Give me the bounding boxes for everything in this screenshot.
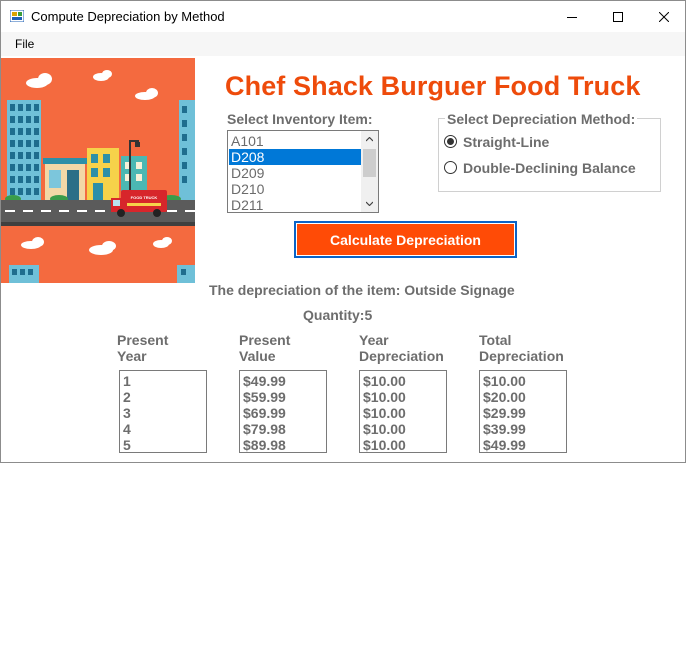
list-item-d208[interactable]: D208 [229, 149, 362, 165]
menu-bar: File [1, 32, 685, 56]
food-truck-banner-image: FOOD TRUCK [1, 58, 195, 283]
inventory-label: Select Inventory Item: [227, 111, 373, 127]
chevron-up-icon [366, 137, 373, 142]
year-depreciation-listbox[interactable]: $10.00 $10.00 $10.00 $10.00 $10.00 [359, 370, 447, 453]
method-groupbox [438, 118, 661, 192]
list-item[interactable]: $89.98 [243, 437, 323, 453]
list-item[interactable]: $10.00 [363, 389, 443, 405]
radio-label-double-declining[interactable]: Double-Declining Balance [463, 160, 636, 176]
app-title: Chef Shack Burguer Food Truck [225, 71, 641, 101]
chevron-down-icon [366, 201, 373, 206]
scroll-down-button[interactable] [361, 195, 378, 212]
maximize-icon [613, 11, 623, 22]
header-present-value: Present Value [239, 332, 290, 364]
header-line: Year [359, 332, 389, 348]
list-item[interactable]: $10.00 [483, 373, 563, 389]
radio-straight-line[interactable] [444, 135, 457, 148]
header-present-year: Present Year [117, 332, 168, 364]
list-item[interactable]: $10.00 [363, 437, 443, 453]
present-year-listbox[interactable]: 1 2 3 4 5 [119, 370, 207, 453]
radio-label-straight-line[interactable]: Straight-Line [463, 134, 549, 150]
header-year-depreciation: Year Depreciation [359, 332, 444, 364]
list-item-a101[interactable]: A101 [229, 133, 362, 149]
list-item[interactable]: $59.99 [243, 389, 323, 405]
list-item[interactable]: $49.99 [243, 373, 323, 389]
list-item[interactable]: $10.00 [363, 373, 443, 389]
radio-double-declining[interactable] [444, 161, 457, 174]
list-item[interactable]: $79.98 [243, 421, 323, 437]
scroll-up-button[interactable] [361, 131, 378, 148]
list-item-d209[interactable]: D209 [229, 165, 362, 181]
inventory-listbox[interactable]: A101 D208 D209 D210 D211 [227, 130, 379, 213]
quantity-label: Quantity:5 [303, 307, 373, 323]
list-item[interactable]: $10.00 [363, 421, 443, 437]
list-item[interactable]: $49.99 [483, 437, 563, 453]
close-icon [659, 11, 669, 22]
header-line: Year [117, 348, 147, 364]
list-item[interactable]: $69.99 [243, 405, 323, 421]
list-item[interactable]: 5 [123, 437, 203, 453]
app-icon [10, 10, 24, 22]
header-line: Total [479, 332, 512, 348]
minimize-icon [567, 16, 577, 18]
list-item-d210[interactable]: D210 [229, 181, 362, 197]
list-item[interactable]: $10.00 [363, 405, 443, 421]
header-line: Depreciation [359, 348, 444, 364]
list-item[interactable]: $29.99 [483, 405, 563, 421]
header-line: Depreciation [479, 348, 564, 364]
calculate-button-label: Calculate Depreciation [297, 224, 514, 255]
total-depreciation-listbox[interactable]: $10.00 $20.00 $29.99 $39.99 $49.99 [479, 370, 567, 453]
header-line: Present [239, 332, 291, 348]
title-bar[interactable]: Compute Depreciation by Method [1, 1, 685, 32]
calculate-depreciation-button[interactable]: Calculate Depreciation [294, 221, 517, 258]
maximize-button[interactable] [595, 1, 641, 32]
scroll-thumb[interactable] [363, 149, 376, 177]
inventory-scrollbar[interactable] [361, 131, 378, 212]
list-item[interactable]: $39.99 [483, 421, 563, 437]
app-window: Compute Depreciation by Method File FOOD… [0, 0, 686, 463]
list-item[interactable]: 4 [123, 421, 203, 437]
result-description: The depreciation of the item: Outside Si… [209, 282, 515, 298]
header-line: Present [117, 332, 169, 348]
close-button[interactable] [641, 1, 685, 32]
menu-file[interactable]: File [11, 37, 38, 51]
present-value-listbox[interactable]: $49.99 $59.99 $69.99 $79.98 $89.98 [239, 370, 327, 453]
list-item[interactable]: $20.00 [483, 389, 563, 405]
list-item[interactable]: 2 [123, 389, 203, 405]
minimize-button[interactable] [549, 1, 595, 32]
list-item[interactable]: 1 [123, 373, 203, 389]
truck-sign: FOOD TRUCK [131, 195, 158, 200]
header-line: Value [239, 348, 276, 364]
list-item[interactable]: 3 [123, 405, 203, 421]
radio-selected-dot [447, 138, 454, 145]
window-title: Compute Depreciation by Method [31, 9, 225, 24]
header-total-depreciation: Total Depreciation [479, 332, 564, 364]
method-legend: Select Depreciation Method: [445, 111, 638, 127]
list-item-d211[interactable]: D211 [229, 197, 362, 212]
